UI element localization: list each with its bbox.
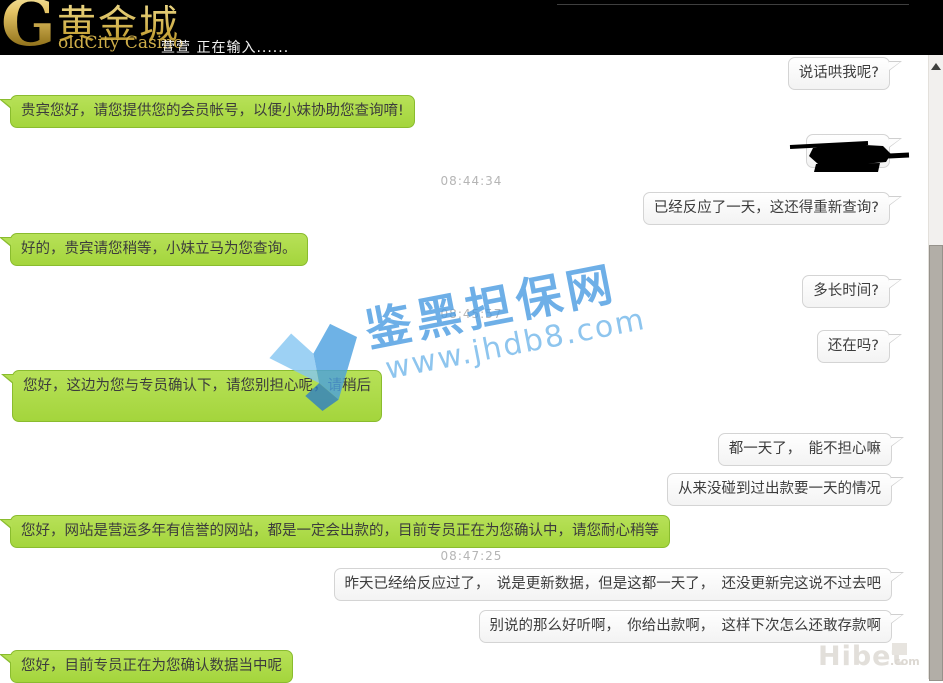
chat-bubble-user: 别说的那么好听啊， 你给出款啊， 这样下次怎么还敢存款啊: [479, 610, 893, 643]
chat-bubble-user: 还在吗?: [817, 330, 890, 363]
chat-bubble-user: 已经反应了一天，这还得重新查询?: [643, 192, 890, 225]
scrollbar-track[interactable]: [928, 55, 943, 679]
chat-bubble-user: 多长时间?: [802, 275, 890, 308]
redaction-scribble: [788, 136, 913, 174]
timestamp: 08:47:25: [0, 549, 943, 563]
scrollbar-thumb[interactable]: [929, 245, 943, 681]
scroll-up-arrow-icon[interactable]: [931, 63, 941, 70]
chat-bubble-service: 好的，贵宾请您稍等，小妹立马为您查询。: [10, 233, 308, 266]
chat-bubble-user: 都一天了， 能不担心嘛: [718, 433, 892, 466]
timestamp: 08:44:34: [0, 174, 943, 188]
goldcity-logo-icon: G: [1, 0, 56, 61]
chat-bubble-service: 您好，目前专员正在为您确认数据当中呢: [10, 650, 293, 683]
header-divider-line: [557, 4, 909, 5]
chat-bubble-user: 说话哄我呢?: [788, 57, 890, 90]
chat-bubble-user: 从来没碰到过出款要一天的情况: [667, 473, 892, 506]
corner-watermark: Hibet .com: [818, 641, 905, 672]
chat-bubble-service: 您好，这边为您与专员确认下，请您别担心呢，请稍后: [12, 370, 382, 422]
timestamp: 08:45:57: [0, 307, 943, 321]
corner-watermark-suffix: .com: [890, 655, 920, 668]
chat-bubble-user: 昨天已经给反应过了， 说是更新数据，但是这都一天了， 还没更新完这说不过去吧: [334, 568, 893, 601]
agent-typing-status: 萱萱 正在输入......: [161, 37, 289, 57]
stamp-decoration: [892, 643, 907, 655]
chat-bubble-service: 贵宾您好，请您提供您的会员帐号，以便小妹协助您查询唷!: [10, 95, 415, 128]
watermark-site-name: 鉴黑担保网: [359, 247, 622, 360]
header-bar: G 黄金城 oldCity Casino 萱萱 正在输入......: [0, 0, 943, 55]
chat-bubble-service: 您好，网站是营运多年有信誉的网站，都是一定会出款的，目前专员正在为您确认中，请您…: [10, 515, 670, 548]
